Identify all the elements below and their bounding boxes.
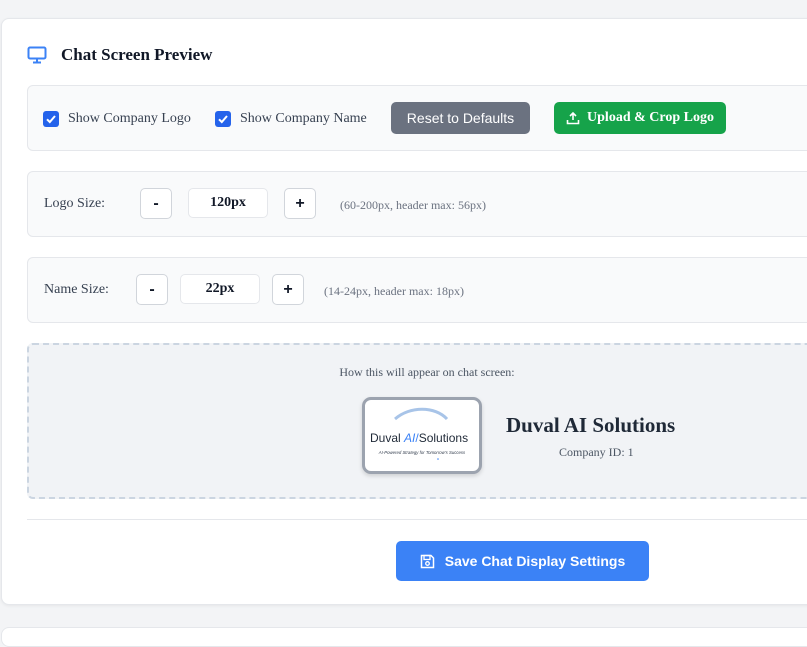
company-logo-preview: Duval AI/Solutions AI-Powered Strategy f… bbox=[362, 397, 482, 474]
next-card bbox=[1, 627, 807, 647]
section-title: Chat Screen Preview bbox=[61, 45, 213, 64]
show-name-checkbox[interactable]: Show Company Name bbox=[215, 111, 367, 127]
logo-size-panel: Logo Size: - 120px + (60-200px, header m… bbox=[27, 171, 807, 237]
show-name-label: Show Company Name bbox=[240, 111, 367, 126]
section-divider bbox=[27, 519, 807, 520]
reset-defaults-button[interactable]: Reset to Defaults bbox=[391, 102, 530, 134]
upload-icon bbox=[566, 111, 580, 125]
logo-size-label: Logo Size: bbox=[44, 196, 106, 211]
company-id-preview: Company ID: 1 bbox=[559, 445, 634, 459]
show-logo-label: Show Company Logo bbox=[68, 111, 191, 126]
save-button-label: Save Chat Display Settings bbox=[444, 553, 626, 569]
monitor-icon bbox=[27, 46, 47, 64]
name-size-increase-button[interactable]: + bbox=[272, 274, 304, 305]
section-header: Chat Screen Preview bbox=[27, 45, 212, 65]
logo-size-decrease-button[interactable]: - bbox=[140, 188, 172, 219]
upload-crop-logo-button[interactable]: Upload & Crop Logo bbox=[554, 102, 726, 134]
svg-text:Duval AI/Solutions: Duval AI/Solutions bbox=[370, 431, 468, 445]
name-size-value[interactable]: 22px bbox=[180, 274, 260, 304]
preview-caption: How this will appear on chat screen: bbox=[339, 365, 515, 379]
checkbox-checked-icon[interactable] bbox=[43, 111, 59, 127]
checkbox-checked-icon[interactable] bbox=[215, 111, 231, 127]
upload-button-label: Upload & Crop Logo bbox=[587, 110, 714, 125]
svg-text:AI-Powered Strategy for Tomorr: AI-Powered Strategy for Tomorrow's Succe… bbox=[378, 450, 466, 455]
save-icon bbox=[420, 554, 434, 568]
logo-size-increase-button[interactable]: + bbox=[284, 188, 316, 219]
duval-logo-image: Duval AI/Solutions AI-Powered Strategy f… bbox=[370, 407, 468, 460]
logo-size-value[interactable]: 120px bbox=[188, 188, 268, 218]
display-toggles-panel: Show Company Logo Show Company Name Rese… bbox=[27, 85, 807, 151]
name-size-panel: Name Size: - 22px + (14-24px, header max… bbox=[27, 257, 807, 323]
show-logo-checkbox[interactable]: Show Company Logo bbox=[43, 111, 191, 127]
logo-size-hint: (60-200px, header max: 56px) bbox=[340, 198, 486, 212]
chat-screen-preview-card: Chat Screen Preview Show Company Logo Sh… bbox=[1, 18, 807, 605]
company-name-preview: Duval AI Solutions bbox=[506, 413, 676, 437]
name-size-decrease-button[interactable]: - bbox=[136, 274, 168, 305]
chat-preview-area: How this will appear on chat screen: Duv… bbox=[27, 343, 807, 499]
save-chat-display-settings-button[interactable]: Save Chat Display Settings bbox=[396, 541, 649, 581]
name-size-hint: (14-24px, header max: 18px) bbox=[324, 284, 464, 298]
name-size-label: Name Size: bbox=[44, 282, 109, 297]
